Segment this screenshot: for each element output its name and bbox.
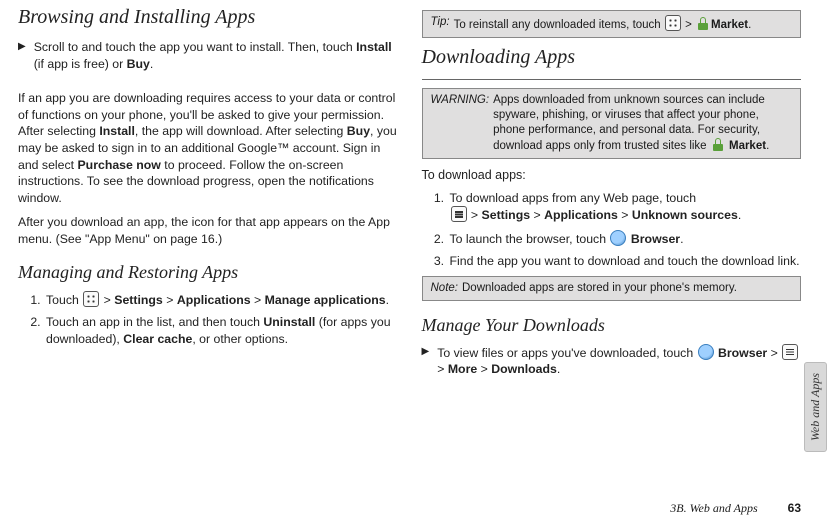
paragraph-after-download: After you download an app, the icon for … [18,214,398,247]
side-tab-web-and-apps: Web and Apps [804,362,827,452]
market-icon [696,17,710,31]
warning-label: WARNING: [431,93,490,154]
paragraph-permission: If an app you are downloading requires a… [18,90,398,206]
right-column: Tip: To reinstall any downloaded items, … [422,6,802,396]
subhead-to-download: To download apps: [422,167,802,184]
step-2-uninstall: Touch an app in the list, and then touch… [44,314,398,347]
note-body: Downloaded apps are stored in your phone… [462,281,792,296]
page-columns: Browsing and Installing Apps ▶ Scroll to… [0,0,829,396]
step-1-unknown-sources: To download apps from any Web page, touc… [448,190,802,224]
rule-under-heading [422,79,802,80]
tip-body: To reinstall any downloaded items, touch… [454,15,792,33]
footer-page-number: 63 [788,501,801,515]
note-box: Note: Downloaded apps are stored in your… [422,276,802,301]
steps-managing: Touch > Settings > Applications > Manage… [18,291,398,348]
footer-section: 3B. Web and Apps [670,501,757,516]
heading-manage-downloads: Manage Your Downloads [422,315,802,336]
tip-label: Tip: [431,15,450,33]
launcher-icon [665,15,681,31]
heading-downloading-apps: Downloading Apps [422,46,802,69]
bullet-text: Scroll to and touch the app you want to … [34,39,398,72]
bullet-scroll-install: ▶ Scroll to and touch the app you want t… [18,39,398,80]
menu-key-icon [782,344,798,360]
tip-box: Tip: To reinstall any downloaded items, … [422,10,802,38]
page-footer: 3B. Web and Apps 63 [670,501,801,516]
step-3-find-app: Find the app you want to download and to… [448,253,802,270]
menu-key-icon [451,206,467,222]
globe-icon [698,344,714,360]
steps-download: To download apps from any Web page, touc… [422,190,802,270]
heading-browsing-installing: Browsing and Installing Apps [18,6,398,29]
note-label: Note: [431,281,459,296]
bullet-view-downloads: ▶ To view files or apps you've downloade… [422,344,802,386]
left-column: Browsing and Installing Apps ▶ Scroll to… [18,6,398,396]
bullet-triangle-icon: ▶ [18,39,26,80]
bullet-text: To view files or apps you've downloaded,… [437,344,801,378]
step-2-launch-browser: To launch the browser, touch Browser. [448,230,802,248]
bullet-triangle-icon: ▶ [422,344,430,386]
market-icon [711,138,725,152]
warning-box: WARNING: Apps downloaded from unknown so… [422,88,802,159]
step-1-manage: Touch > Settings > Applications > Manage… [44,291,398,309]
warning-body: Apps downloaded from unknown sources can… [493,93,792,154]
heading-managing-restoring: Managing and Restoring Apps [18,262,398,283]
launcher-icon [83,291,99,307]
globe-icon [610,230,626,246]
